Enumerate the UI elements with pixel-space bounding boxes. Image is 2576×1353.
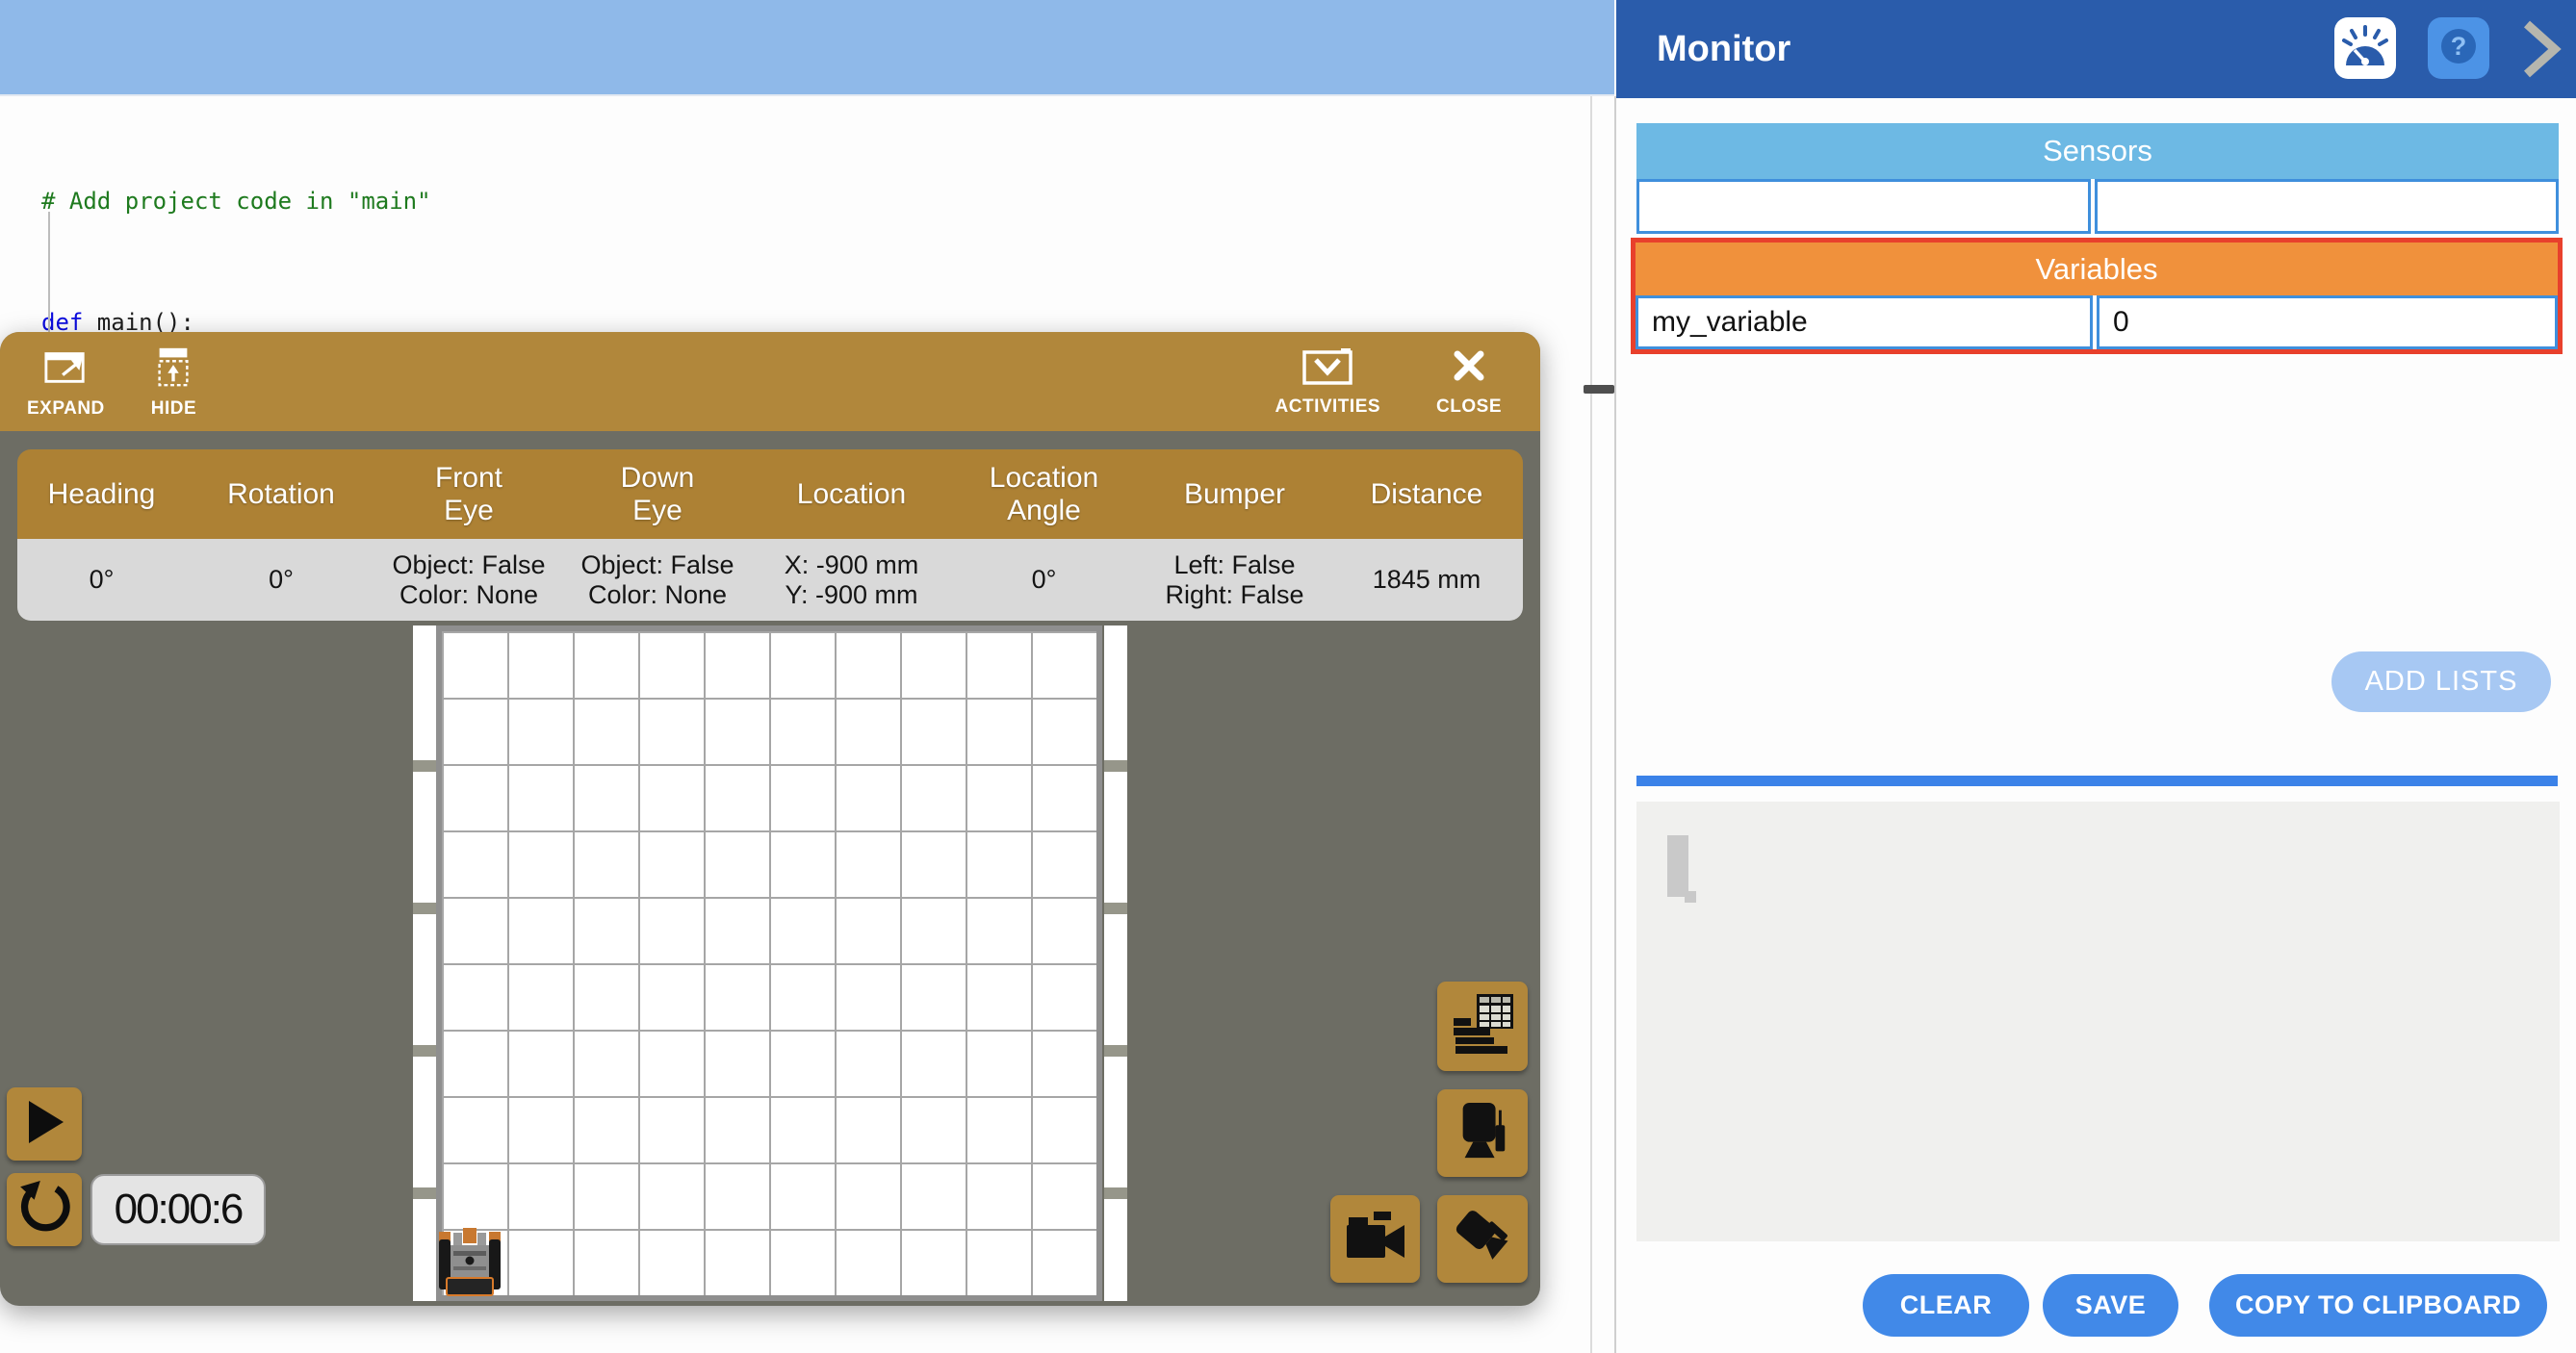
expand-icon [43,345,88,394]
activities-icon [1302,346,1352,392]
monitor-stand-icon [1453,1101,1512,1165]
close-icon [1450,346,1488,392]
cell-front-eye: Object: False Color: None [376,539,561,621]
panel-splitter[interactable] [1590,96,1592,1353]
field-wall-right [1104,625,1127,1301]
cell-rotation: 0° [186,539,376,621]
hide-label: HIDE [151,398,196,420]
sensor-table-row: 0° 0° Object: False Color: None Object: … [17,539,1523,621]
save-button[interactable]: SAVE [2043,1274,2178,1337]
monitor-tab-button[interactable] [2334,17,2396,79]
dashboard-titlebar-left: EXPAND HIDE [27,345,196,420]
column-header-down-eye: Down Eye [561,449,754,539]
cell-distance: 1845 mm [1330,539,1523,621]
copy-to-clipboard-button[interactable]: COPY TO CLIPBOARD [2209,1274,2547,1337]
camera-view-button[interactable] [1330,1195,1420,1283]
svg-text:?: ? [2451,32,2467,61]
play-button[interactable] [7,1087,82,1161]
clear-button[interactable]: CLEAR [1863,1274,2029,1337]
reset-button[interactable] [7,1173,82,1246]
column-header-front-eye: Front Eye [376,449,561,539]
column-header-distance: Distance [1330,449,1523,539]
table-bars-icon [1452,994,1513,1059]
play-icon [19,1097,69,1152]
playfield-grid [436,625,1102,1301]
activities-label: ACTIVITIES [1275,396,1381,418]
column-header-rotation: Rotation [186,449,376,539]
dashboard-window: EXPAND HIDE ACTIVITIES [0,332,1540,1306]
chevron-right-icon [2520,20,2563,83]
camera-tilt-view-button[interactable] [1437,1195,1528,1283]
cell-heading: 0° [17,539,186,621]
editor-toolbar-strip [0,0,1614,96]
expand-button[interactable]: EXPAND [27,345,105,420]
variable-value-cell: 0 [2097,295,2558,349]
console-caret [1667,835,1688,897]
sensor-data-table: Heading Rotation Front Eye Down Eye Loca… [17,449,1523,621]
sensors-section-header: Sensors [1636,123,2559,179]
column-header-location: Location [754,449,949,539]
variable-row: my_variable 0 [1636,295,2558,349]
reset-icon [16,1180,72,1240]
sensors-empty-cell-name [1636,179,2091,234]
screen: # Add project code in "main" def main():… [0,0,2576,1353]
close-label: CLOSE [1436,396,1502,418]
help-button[interactable]: ? [2428,17,2489,79]
code-comment: # Add project code in "main" [41,188,431,215]
cell-bumper: Left: False Right: False [1139,539,1330,621]
close-button[interactable]: CLOSE [1436,346,1502,418]
variables-section-header: Variables [1636,243,2558,295]
camera-tilt-icon [1452,1207,1513,1271]
expand-label: EXPAND [27,398,105,420]
robot [439,1228,501,1299]
column-header-bumper: Bumper [1139,449,1330,539]
panel-splitter-handle[interactable] [1584,385,1614,394]
column-header-location-angle: Location Angle [949,449,1139,539]
hide-icon [151,345,195,394]
dashboard-data-button[interactable] [1437,982,1528,1071]
simulation-timer: 00:00:6 [90,1174,266,1245]
add-lists-button[interactable]: ADD LISTS [2331,651,2551,712]
camera-icon [1345,1210,1406,1268]
cell-location-angle: 0° [949,539,1139,621]
activities-button[interactable]: ACTIVITIES [1275,346,1381,418]
collapse-panel-button[interactable] [2518,21,2564,81]
dashboard-titlebar-right: ACTIVITIES CLOSE [1275,346,1502,418]
variable-name-cell: my_variable [1636,295,2093,349]
dashboard-titlebar: EXPAND HIDE ACTIVITIES [0,332,1540,431]
console-output[interactable] [1636,802,2560,1241]
hide-button[interactable]: HIDE [151,345,196,420]
monitor-panel-border [1614,96,1616,1353]
field-wall-left [413,625,436,1301]
monitor-title: Monitor [1657,29,1790,70]
question-icon: ? [2435,23,2482,74]
gauge-icon [2342,25,2388,72]
code-editor[interactable]: # Add project code in "main" def main():… [0,98,1590,346]
robot-view-button[interactable] [1437,1089,1528,1177]
console-divider [1636,776,2558,786]
indent-guide [48,212,50,337]
cell-location: X: -900 mm Y: -900 mm [754,539,949,621]
sensor-table-header: Heading Rotation Front Eye Down Eye Loca… [17,449,1523,539]
column-header-heading: Heading [17,449,186,539]
variables-section-highlight: Variables my_variable 0 [1631,238,2563,354]
cell-down-eye: Object: False Color: None [561,539,754,621]
sensors-empty-cell-value [2095,179,2559,234]
